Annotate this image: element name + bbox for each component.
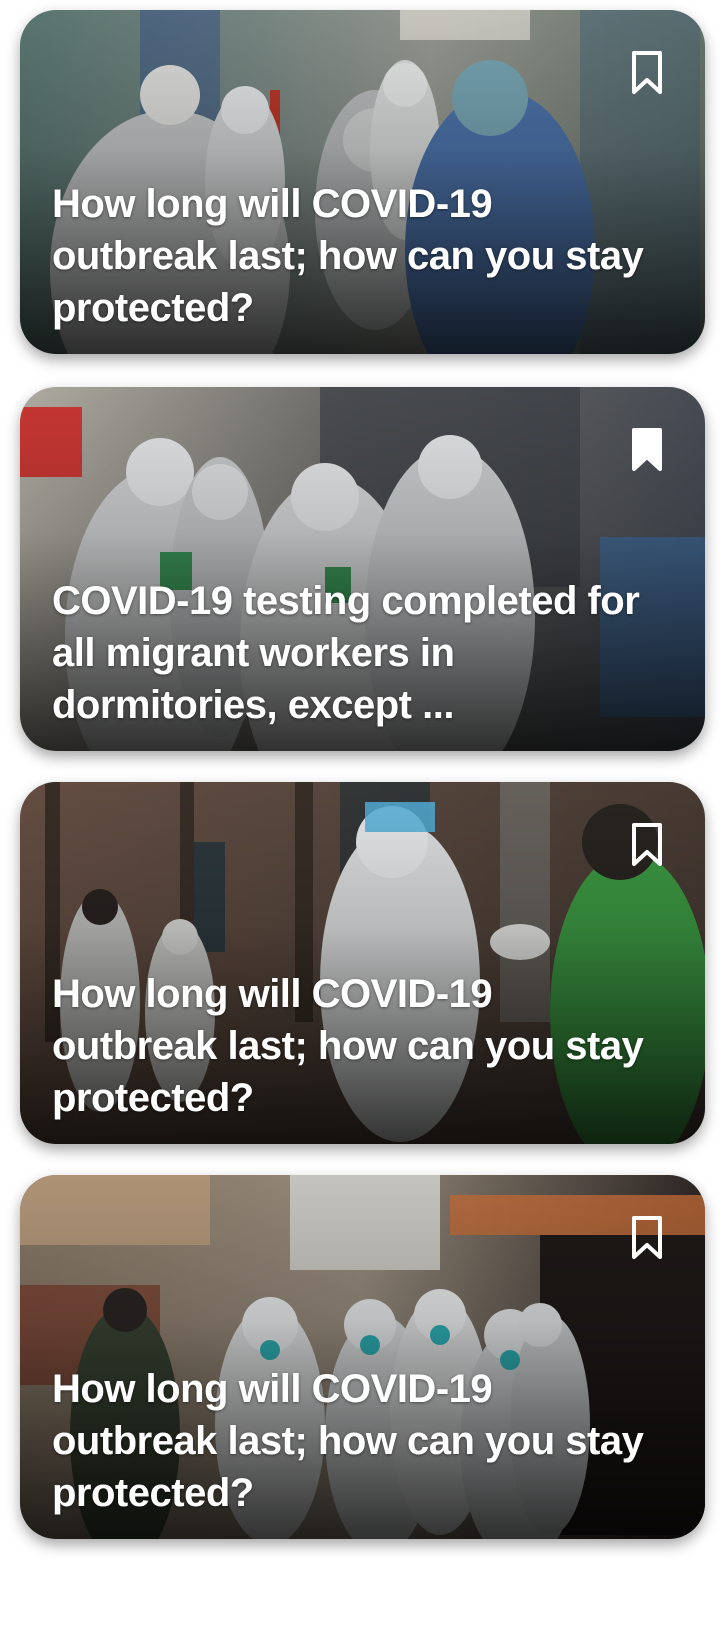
bookmark-icon	[632, 428, 662, 471]
article-headline: How long will COVID-19 outbreak last; ho…	[52, 972, 644, 1120]
article-card[interactable]: How long will COVID-19 outbreak last; ho…	[20, 10, 705, 354]
article-headline: COVID-19 testing completed for all migra…	[52, 579, 640, 727]
article-feed: How long will COVID-19 outbreak last; ho…	[0, 0, 726, 1652]
bookmark-button[interactable]	[631, 427, 663, 473]
bookmark-button[interactable]	[631, 1215, 663, 1261]
bookmark-icon	[632, 823, 662, 866]
article-headline: How long will COVID-19 outbreak last; ho…	[52, 182, 644, 330]
article-card[interactable]: How long will COVID-19 outbreak last; ho…	[20, 782, 705, 1144]
article-card[interactable]: How long will COVID-19 outbreak last; ho…	[20, 1175, 705, 1539]
article-card[interactable]: COVID-19 testing completed for all migra…	[20, 387, 705, 751]
bookmark-icon	[632, 51, 662, 94]
bookmark-button[interactable]	[631, 50, 663, 96]
bookmark-button[interactable]	[631, 822, 663, 868]
bookmark-icon	[632, 1216, 662, 1259]
article-headline: How long will COVID-19 outbreak last; ho…	[52, 1367, 644, 1515]
